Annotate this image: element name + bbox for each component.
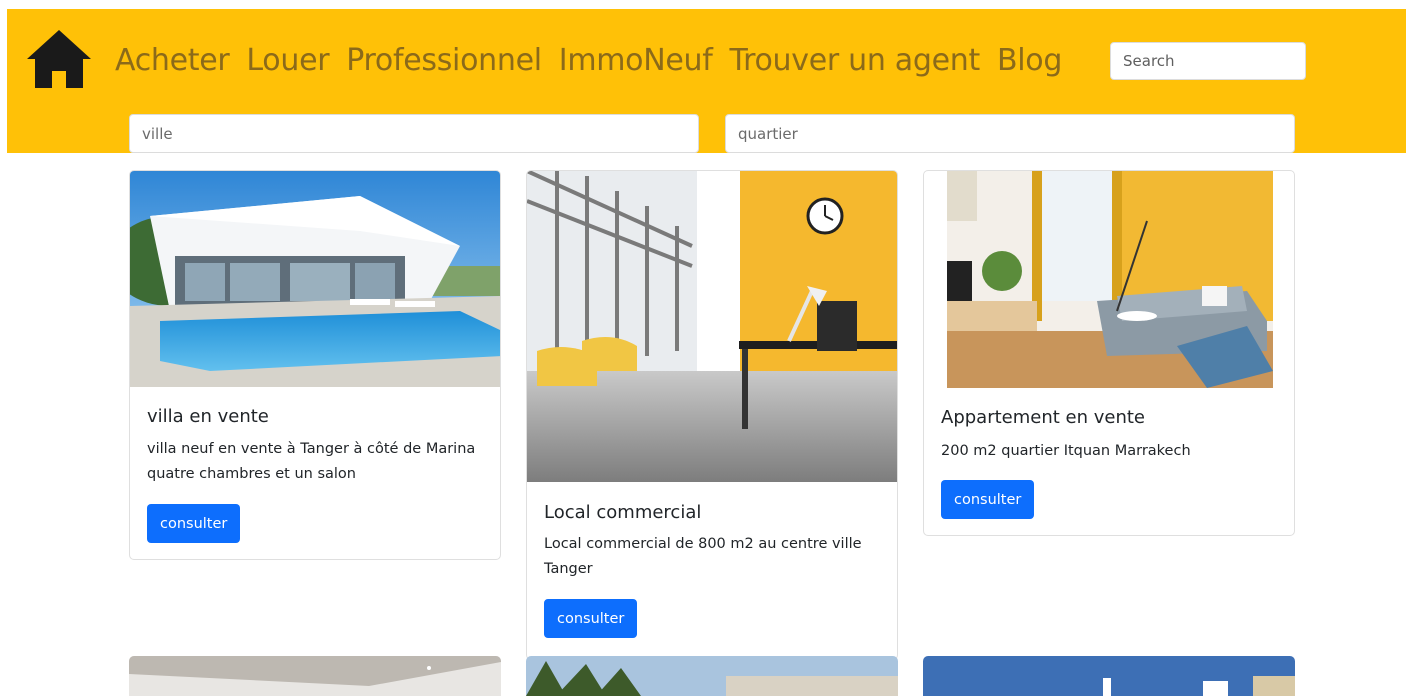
consulter-button[interactable]: consulter: [941, 480, 1035, 519]
nav-immoneuf[interactable]: ImmoNeuf: [559, 43, 713, 78]
office-photo: [527, 171, 897, 482]
listing-card: Local commercial Local commercial de 800…: [526, 170, 898, 660]
main-nav: Acheter Louer Professionnel ImmoNeuf Tro…: [115, 38, 1079, 82]
listing-description: villa neuf en vente à Tanger à côté de M…: [147, 441, 476, 482]
search-input[interactable]: [1110, 42, 1306, 80]
listing-photo-partial: [923, 656, 1295, 696]
listing-title: Appartement en vente: [941, 407, 1145, 428]
listing-card-partial: [923, 656, 1295, 696]
listing-card-partial: [129, 656, 501, 696]
listing-photo-partial: [526, 656, 898, 696]
consulter-button[interactable]: consulter: [544, 599, 638, 638]
listing-description: Local commercial de 800 m2 au centre vil…: [544, 536, 862, 577]
listing-photo-partial: [129, 656, 501, 696]
home-icon[interactable]: [25, 26, 93, 94]
listing-title: villa en vente: [147, 406, 269, 427]
villa-photo: [130, 171, 500, 387]
nav-professionnel[interactable]: Professionnel: [346, 43, 542, 78]
nav-acheter[interactable]: Acheter: [115, 43, 230, 78]
nav-trouver-un-agent[interactable]: Trouver un agent: [730, 43, 981, 78]
listing-card: villa en vente villa neuf en vente à Tan…: [129, 170, 501, 560]
nav-louer[interactable]: Louer: [246, 43, 329, 78]
top-navbar: Acheter Louer Professionnel ImmoNeuf Tro…: [7, 9, 1406, 153]
listing-description: 200 m2 quartier Itquan Marrakech: [941, 443, 1191, 459]
ville-input[interactable]: [129, 114, 699, 153]
listing-card-partial: [526, 656, 898, 696]
nav-blog[interactable]: Blog: [997, 43, 1062, 78]
listing-card: Appartement en vente 200 m2 quartier Itq…: [923, 170, 1295, 536]
apartment-photo: [947, 171, 1273, 388]
quartier-input[interactable]: [725, 114, 1295, 153]
consulter-button[interactable]: consulter: [147, 504, 241, 543]
listing-title: Local commercial: [544, 502, 702, 523]
